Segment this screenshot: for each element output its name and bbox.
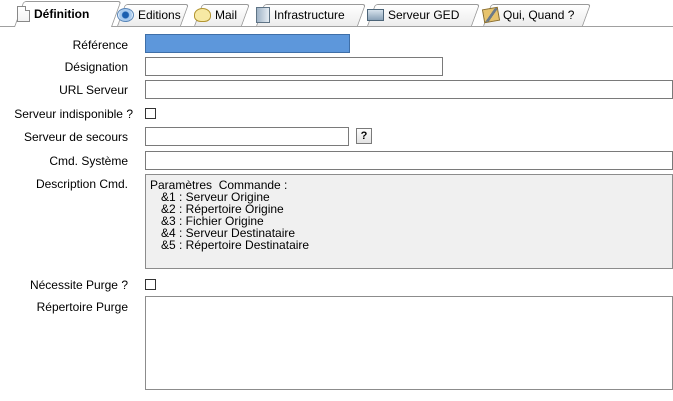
serveur-secours-help-button[interactable]: ? (356, 128, 372, 144)
tab-infrastructure-label: Infrastructure (274, 8, 345, 22)
designation-label: Désignation (64, 60, 128, 74)
form-labels: Référence Désignation URL Serveur Serveu… (0, 0, 133, 401)
reference-label: Référence (72, 38, 128, 52)
url-serveur-input[interactable] (145, 80, 673, 99)
necessite-purge-checkbox[interactable] (145, 279, 156, 290)
tab-mail[interactable]: Mail (194, 4, 251, 26)
description-cmd-label: Description Cmd. (35, 177, 128, 191)
serveur-indisponible-checkbox[interactable] (145, 108, 156, 119)
tab-serveur-ged-label: Serveur GED (388, 8, 460, 22)
serveur-secours-input[interactable] (145, 127, 349, 146)
description-line: &5 : Répertoire Destinataire (161, 238, 310, 252)
url-serveur-label: URL Serveur (59, 83, 128, 97)
repertoire-purge-label: Répertoire Purge (36, 300, 128, 314)
document-icon (17, 6, 30, 22)
cmd-systeme-label: Cmd. Système (49, 154, 128, 168)
tab-editions-label: Editions (138, 8, 181, 22)
description-cmd-box: Paramètres Commande : &1 : Serveur Origi… (145, 174, 673, 269)
tab-qui-quand-label: Qui, Quand ? (503, 8, 575, 22)
tab-definition-label: Définition (34, 7, 90, 21)
storage-icon (367, 9, 384, 21)
tab-qui-quand[interactable]: Qui, Quand ? (481, 4, 592, 26)
mail-icon (194, 8, 211, 22)
repertoire-purge-textarea[interactable] (145, 296, 673, 390)
tab-serveur-ged[interactable]: Serveur GED (367, 4, 481, 26)
designation-input[interactable] (145, 57, 443, 76)
serveur-secours-label: Serveur de secours (23, 130, 128, 144)
cmd-systeme-input[interactable] (145, 151, 673, 170)
tab-mail-label: Mail (215, 8, 238, 22)
view-icon (117, 8, 134, 22)
server-icon (256, 7, 270, 23)
tools-icon (481, 6, 501, 24)
reference-input[interactable] (145, 34, 350, 53)
necessite-purge-label: Nécessite Purge ? (29, 278, 128, 292)
serveur-indisponible-label: Serveur indisponible ? (14, 107, 133, 121)
tab-infrastructure[interactable]: Infrastructure (256, 4, 367, 26)
